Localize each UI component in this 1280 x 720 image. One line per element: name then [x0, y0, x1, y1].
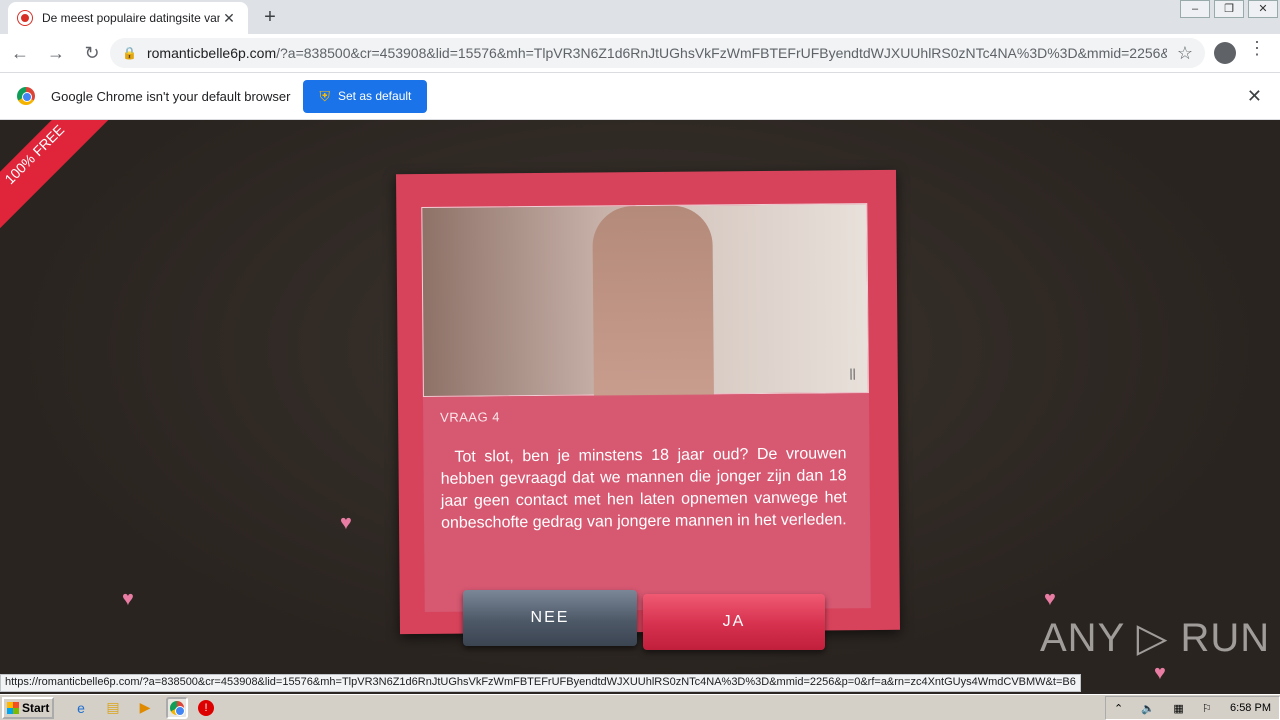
browser-toolbar: ← → ↻ 🔒 romanticbelle6p.com/?a=838500&cr…	[0, 34, 1280, 72]
photo-subject	[592, 205, 714, 397]
flag-icon[interactable]: ⚐	[1202, 702, 1212, 715]
heart-icon: ♥	[1044, 588, 1056, 610]
pause-icon[interactable]: ||	[849, 366, 855, 380]
anyrun-watermark: ANY ▷ RUN	[1040, 616, 1271, 660]
profile-avatar-icon[interactable]	[1214, 42, 1236, 64]
clock[interactable]: 6:58 PM	[1230, 702, 1271, 714]
profile-photo: ||	[421, 203, 869, 397]
system-tray: ⌃ 🔈 ▦ ⚐ 6:58 PM	[1105, 696, 1280, 720]
windows-logo-icon	[7, 701, 19, 714]
page-content: 100% FREE || VRAAG 4 Tot slot, ben je mi…	[0, 120, 1280, 690]
question-label: VRAAG 4	[440, 409, 501, 425]
explorer-folder-icon[interactable]: ▤	[102, 697, 124, 719]
chrome-logo-icon	[17, 87, 35, 105]
heart-icon: ♥	[1154, 662, 1166, 684]
infobar-text: Google Chrome isn't your default browser	[51, 88, 291, 104]
minimize-icon[interactable]: –	[1180, 0, 1210, 18]
set-as-default-button[interactable]: ⛨ Set as default	[303, 79, 428, 113]
default-browser-infobar: Google Chrome isn't your default browser…	[0, 72, 1280, 120]
chrome-taskbar-icon[interactable]	[166, 696, 188, 719]
address-bar[interactable]: 🔒 romanticbelle6p.com/?a=838500&cr=45390…	[110, 38, 1205, 68]
start-button[interactable]: Start	[2, 696, 54, 719]
question-card: || VRAAG 4 Tot slot, ben je minstens 18 …	[396, 169, 900, 635]
heart-icon: ♥	[340, 512, 352, 534]
question-panel: VRAAG 4 Tot slot, ben je minstens 18 jaa…	[422, 393, 871, 612]
taskbar: Start e ▤ ▶ ! ⌃ 🔈 ▦ ⚐ 6:58 PM	[0, 694, 1280, 720]
forward-icon[interactable]: →	[40, 37, 72, 69]
window-controls: – ❐ ✕	[1178, 0, 1280, 18]
tab-close-icon[interactable]: ✕	[220, 10, 238, 27]
ie-icon[interactable]: e	[70, 697, 92, 719]
network-icon[interactable]: ▦	[1173, 702, 1183, 715]
shield-icon: ⛨	[319, 87, 330, 104]
tab-title: De meest populaire datingsite van d	[42, 11, 220, 25]
bookmark-star-icon[interactable]: ☆	[1177, 43, 1193, 64]
reload-icon[interactable]: ↻	[76, 37, 108, 69]
infobar-close-icon[interactable]: ✕	[1247, 86, 1262, 107]
new-tab-button[interactable]: +	[258, 5, 282, 29]
media-player-icon[interactable]: ▶	[134, 697, 156, 719]
site-favicon-icon	[18, 11, 32, 25]
back-icon[interactable]: ←	[4, 37, 36, 69]
tab-strip: De meest populaire datingsite van d ✕ + …	[0, 0, 1280, 34]
url-text[interactable]: romanticbelle6p.com/?a=838500&cr=453908&…	[147, 45, 1167, 61]
start-label: Start	[22, 700, 50, 715]
no-button[interactable]: NEE	[463, 590, 637, 646]
set-as-default-label: Set as default	[337, 89, 412, 103]
volume-icon[interactable]: 🔈	[1141, 702, 1155, 715]
close-window-icon[interactable]: ✕	[1248, 0, 1278, 18]
free-ribbon: 100% FREE	[0, 120, 125, 245]
tray-arrow-icon[interactable]: ⌃	[1114, 702, 1123, 715]
browser-tab[interactable]: De meest populaire datingsite van d ✕	[8, 2, 248, 34]
lock-icon[interactable]: 🔒	[122, 46, 137, 60]
restore-icon[interactable]: ❐	[1214, 0, 1244, 18]
heart-icon: ♥	[122, 588, 134, 610]
status-url: https://romanticbelle6p.com/?a=838500&cr…	[0, 674, 1081, 692]
stop-icon[interactable]: !	[198, 699, 214, 716]
question-text: Tot slot, ben je minstens 18 jaar oud? D…	[440, 445, 847, 532]
yes-button[interactable]: JA	[643, 594, 825, 650]
chrome-menu-icon[interactable]: ⋮	[1248, 38, 1266, 59]
chrome-logo-icon	[170, 700, 185, 716]
